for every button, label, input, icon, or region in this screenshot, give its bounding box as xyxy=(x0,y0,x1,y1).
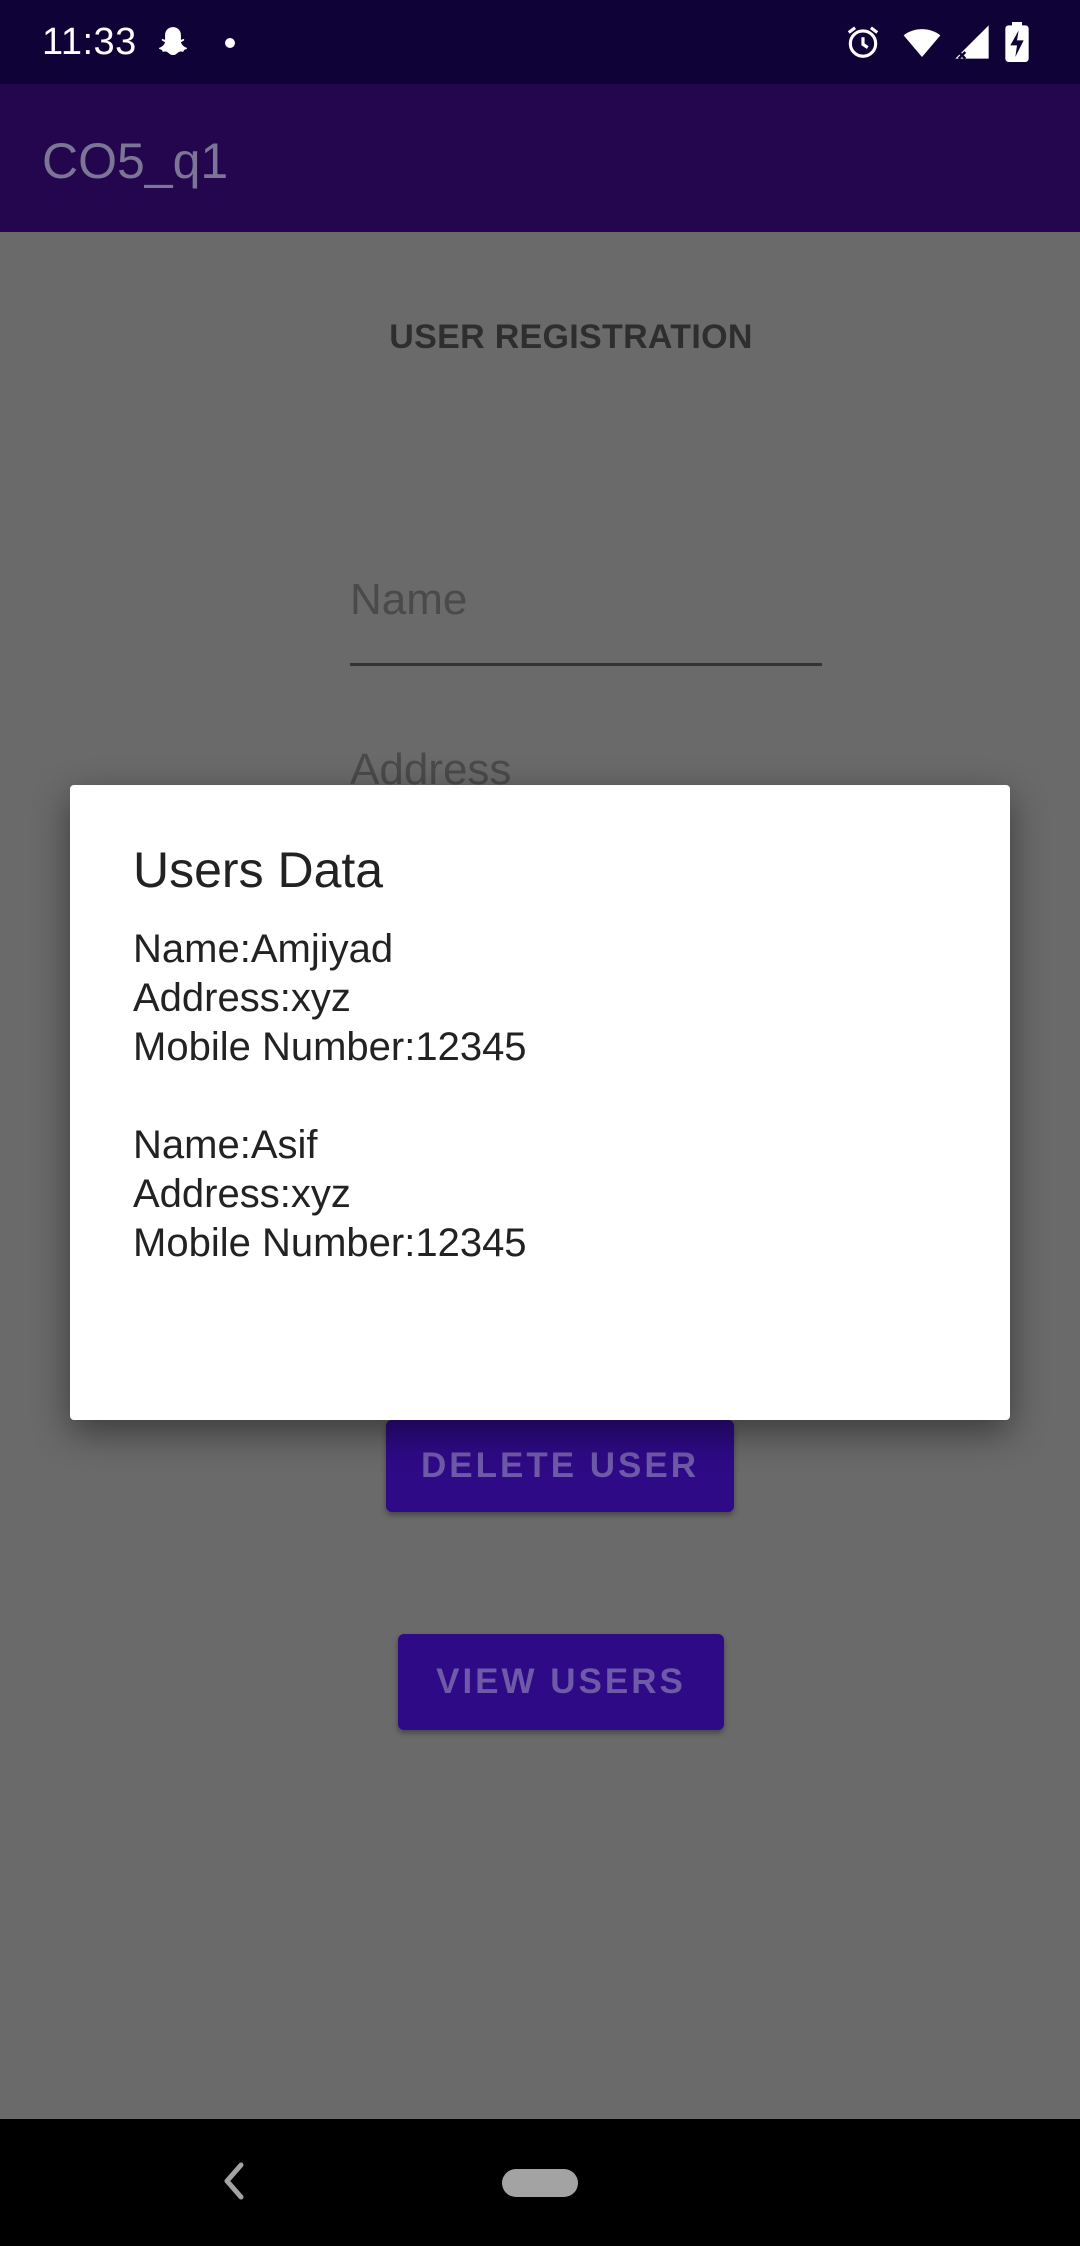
user-record: Name:Asif Address:xyz Mobile Number:1234… xyxy=(133,1121,953,1268)
record-mobile: Mobile Number:12345 xyxy=(133,1221,527,1265)
status-time: 11:33 xyxy=(42,21,137,63)
snapchat-icon xyxy=(159,27,187,56)
status-bar: 11:33 xyxy=(0,0,1080,84)
notification-dot xyxy=(225,38,235,48)
delete-user-button[interactable]: DELETE USER xyxy=(386,1420,734,1512)
alarm-icon xyxy=(847,26,879,58)
record-name: Name:Asif xyxy=(133,1123,318,1167)
home-pill[interactable] xyxy=(502,2169,578,2197)
back-icon[interactable] xyxy=(218,2161,248,2201)
navigation-bar xyxy=(0,2119,1080,2246)
record-mobile: Mobile Number:12345 xyxy=(133,1025,527,1069)
signal-icon xyxy=(955,25,989,60)
page-heading: USER REGISTRATION xyxy=(389,318,753,356)
dialog-title: Users Data xyxy=(133,842,384,898)
record-address: Address:xyz xyxy=(133,1172,351,1216)
user-record: Name:Amjiyad Address:xyz Mobile Number:1… xyxy=(133,925,953,1072)
app-bar: CO5_q1 xyxy=(0,84,1080,232)
wifi-icon xyxy=(903,29,941,57)
view-users-button[interactable]: VIEW USERS xyxy=(398,1634,724,1730)
app-title: CO5_q1 xyxy=(42,133,229,189)
battery-charging-icon xyxy=(1005,22,1029,62)
name-placeholder: Name xyxy=(350,575,468,624)
status-icons xyxy=(844,22,1044,62)
dialog-message: Name:Amjiyad Address:xyz Mobile Number:1… xyxy=(133,925,953,1317)
record-address: Address:xyz xyxy=(133,976,351,1020)
record-name: Name:Amjiyad xyxy=(133,927,394,971)
users-data-dialog: Users Data Name:Amjiyad Address:xyz Mobi… xyxy=(70,785,1010,1420)
name-field[interactable]: Name xyxy=(350,570,822,666)
